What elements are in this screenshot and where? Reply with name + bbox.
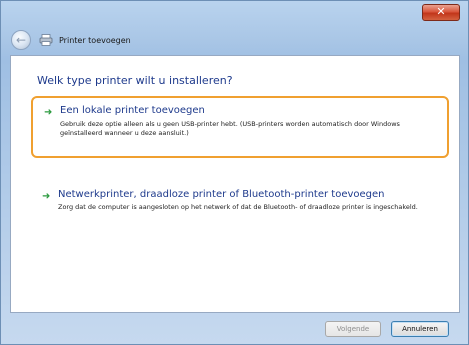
option-description: Gebruik deze optie alleen als u geen USB… [60, 120, 400, 137]
option-title: Netwerkprinter, draadloze printer of Blu… [58, 189, 385, 200]
option-description: Zorg dat de computer is aangesloten op h… [58, 203, 418, 211]
window-title: Printer toevoegen [59, 35, 131, 45]
dialog-footer: Volgende Annuleren [10, 313, 460, 341]
green-arrow-icon: ➜ [44, 107, 53, 118]
add-printer-window: ✕ ← Printer toevoegen Welk type printer … [0, 0, 469, 345]
cancel-button[interactable]: Annuleren [391, 321, 449, 337]
option-network-printer[interactable]: ➜ Netwerkprinter, draadloze printer of B… [31, 182, 449, 242]
green-arrow-icon: ➜ [42, 191, 51, 202]
title-bar: ← Printer toevoegen [11, 29, 458, 51]
back-button[interactable]: ← [11, 30, 31, 50]
page-heading: Welk type printer wilt u installeren? [37, 74, 233, 87]
content-panel: Welk type printer wilt u installeren? ➜ … [10, 55, 460, 313]
printer-icon [39, 34, 53, 46]
option-local-printer[interactable]: ➜ Een lokale printer toevoegen Gebruik d… [31, 96, 449, 158]
close-button[interactable]: ✕ [422, 4, 460, 21]
next-button[interactable]: Volgende [325, 321, 381, 337]
back-arrow-icon: ← [15, 33, 27, 47]
option-title: Een lokale printer toevoegen [60, 105, 205, 116]
